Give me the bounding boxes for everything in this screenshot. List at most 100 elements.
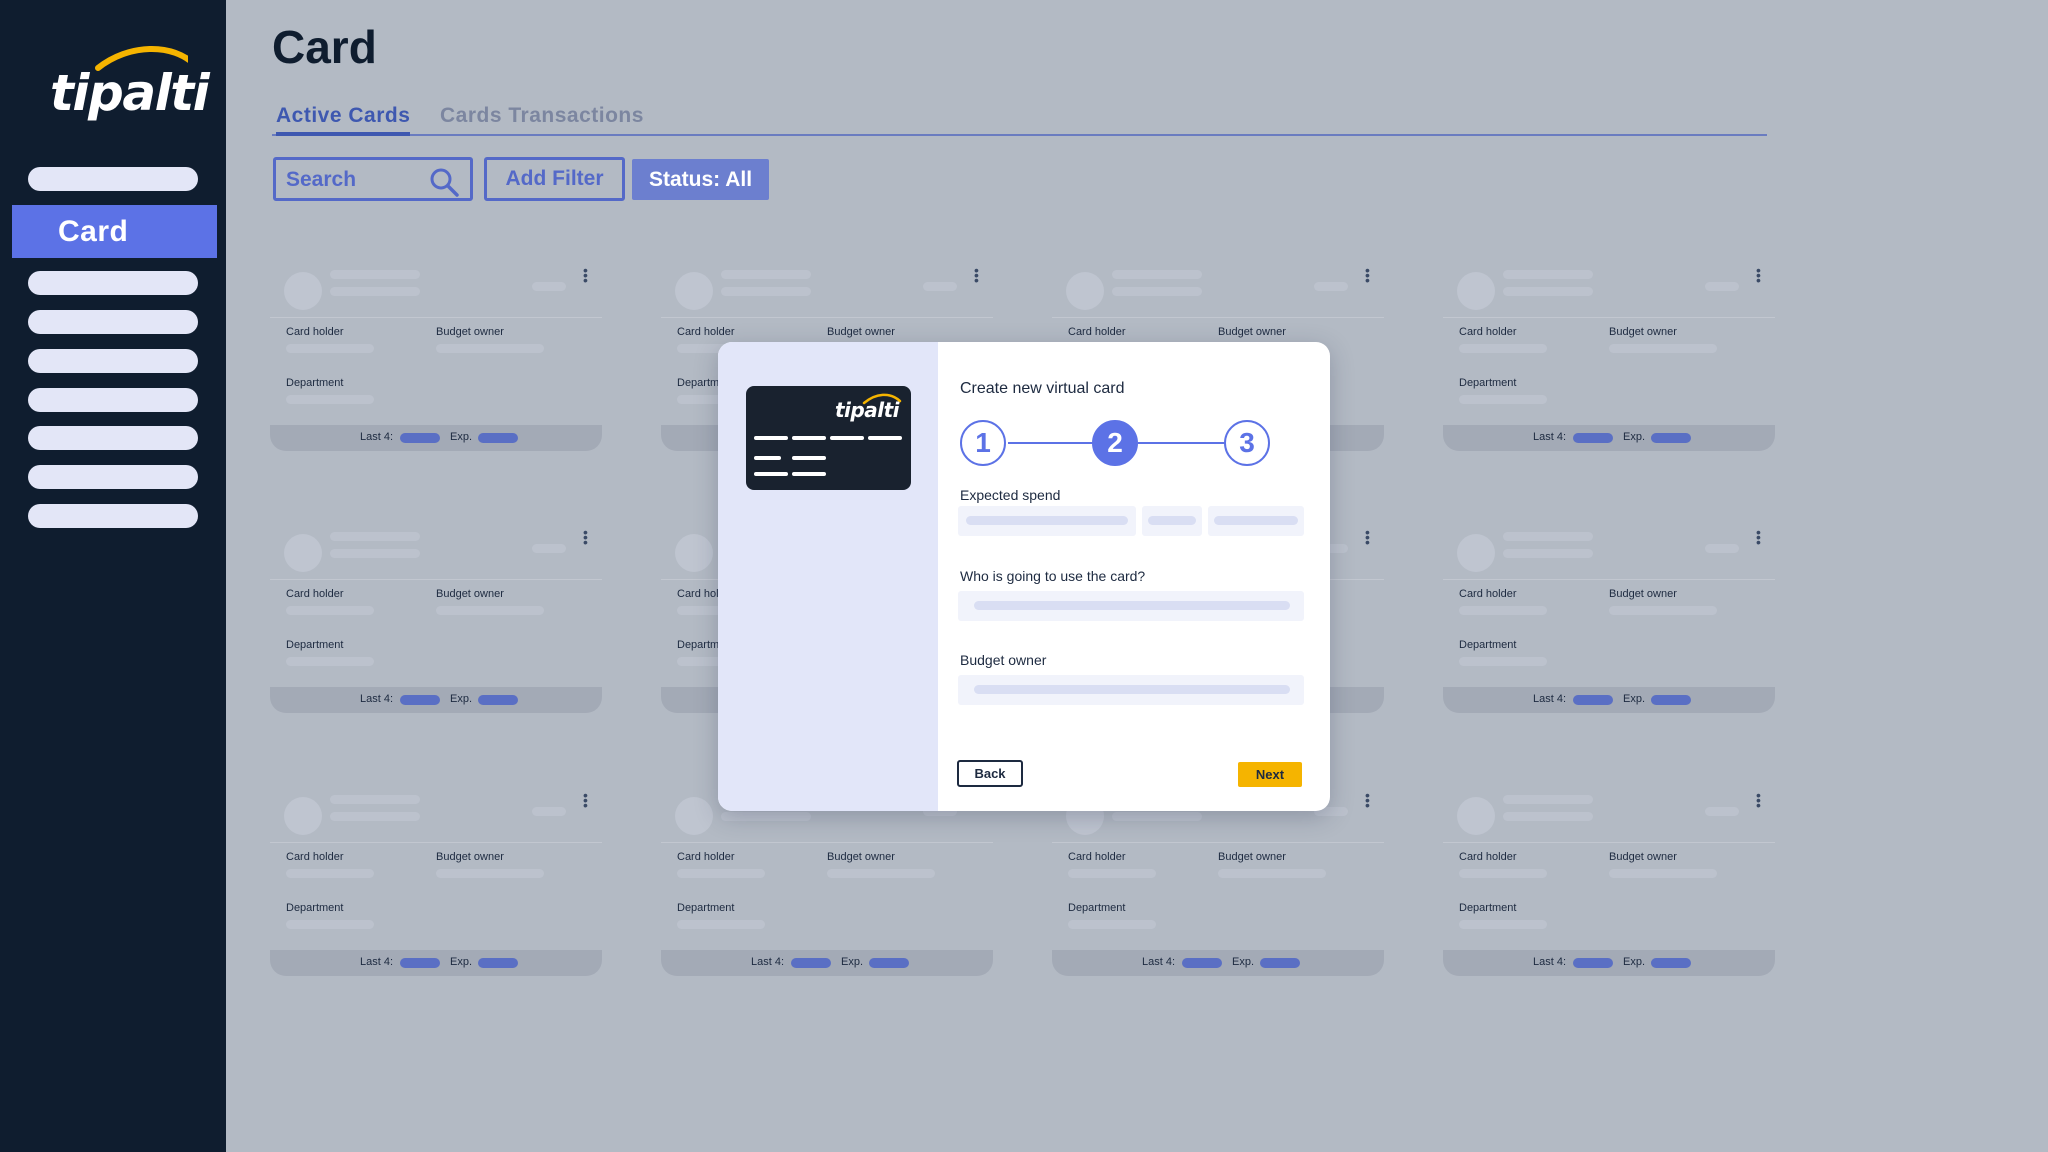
card-status-placeholder [1705, 807, 1739, 816]
card-subtitle-placeholder [1503, 287, 1593, 296]
expected-spend-currency-field[interactable] [1142, 506, 1202, 536]
back-button[interactable]: Back [957, 760, 1023, 787]
sidebar-item[interactable] [28, 465, 198, 489]
last4-label: Last 4: [360, 693, 394, 705]
card-status-placeholder [923, 282, 957, 291]
last4-label: Last 4: [360, 956, 394, 968]
logo-text: tipalti [50, 64, 210, 122]
search-input[interactable]: Search [273, 157, 473, 201]
card-subtitle-placeholder [1503, 549, 1593, 558]
department-label: Department [1068, 902, 1126, 914]
more-options-icon[interactable]: ••• [974, 263, 979, 287]
field-placeholder-bar [974, 685, 1290, 694]
budget-owner-field[interactable] [958, 675, 1304, 705]
card-tile[interactable]: ••• Card holder Budget owner Department Last… [270, 787, 602, 982]
card-tile[interactable]: •••Card holderBudget ownerDepartmentLast… [1443, 787, 1775, 982]
budget-owner-label: Budget owner [1609, 851, 1677, 863]
department-label: Department [286, 377, 344, 389]
card-avatar [284, 272, 322, 310]
status-filter-button[interactable]: Status: All [632, 159, 769, 200]
tab-active-cards[interactable]: Active Cards [276, 104, 411, 136]
department-value [286, 920, 374, 929]
card-status-placeholder [532, 282, 566, 291]
sidebar-item[interactable] [28, 349, 198, 373]
card-name-placeholder [721, 270, 811, 279]
step-3[interactable]: 3 [1224, 420, 1270, 466]
card-divider [270, 317, 602, 318]
last4-value [1573, 695, 1613, 705]
more-options-icon[interactable]: ••• [583, 788, 588, 812]
card-line [792, 436, 826, 440]
card-avatar [1457, 797, 1495, 835]
card-tile[interactable]: •••Card holderBudget ownerDepartmentLast… [1052, 787, 1384, 982]
last4-label: Last 4: [1533, 693, 1567, 705]
add-filter-button[interactable]: Add Filter [484, 157, 625, 201]
card-user-label: Who is going to use the card? [960, 568, 1146, 584]
card-holder-label: Card holder [286, 851, 344, 863]
last4-value [1182, 958, 1222, 968]
card-holder-label: Card holder [286, 326, 344, 338]
card-divider [1443, 842, 1775, 843]
card-user-field[interactable] [958, 591, 1304, 621]
card-name-placeholder [1503, 532, 1593, 541]
sidebar-item[interactable] [28, 167, 198, 191]
card-line [792, 456, 826, 460]
tab-cards-transactions[interactable]: Cards Transactions [440, 104, 644, 128]
last4-value [1573, 958, 1613, 968]
sidebar-item-card[interactable]: Card [12, 205, 217, 258]
exp-value [478, 958, 518, 968]
card-avatar [675, 272, 713, 310]
card-divider [1443, 579, 1775, 580]
budget-owner-label: Budget owner [436, 851, 504, 863]
more-options-icon[interactable]: ••• [583, 525, 588, 549]
card-footer: Last 4: Exp. [270, 950, 602, 976]
sidebar-item[interactable] [28, 310, 198, 334]
step-1[interactable]: 1 [960, 420, 1006, 466]
department-label: Department [286, 902, 344, 914]
last4-value [400, 695, 440, 705]
budget-owner-label: Budget owner [827, 851, 895, 863]
last4-label: Last 4: [1142, 956, 1176, 968]
department-value [1459, 657, 1547, 666]
more-options-icon[interactable]: ••• [1365, 263, 1370, 287]
card-line [792, 472, 826, 476]
department-value [1459, 395, 1547, 404]
sidebar-item[interactable] [28, 426, 198, 450]
more-options-icon[interactable]: ••• [1756, 788, 1761, 812]
card-holder-value [1459, 344, 1547, 353]
card-footer: Last 4: Exp. [270, 687, 602, 713]
more-options-icon[interactable]: ••• [1365, 525, 1370, 549]
card-tile[interactable]: •••Card holderBudget ownerDepartmentLast… [1443, 524, 1775, 719]
next-button[interactable]: Next [1238, 762, 1302, 787]
budget-owner-value [436, 869, 544, 878]
card-tile[interactable]: •••Card holderBudget ownerDepartmentLast… [270, 262, 602, 457]
exp-label: Exp. [841, 956, 864, 968]
card-divider [270, 842, 602, 843]
budget-owner-value [1609, 344, 1717, 353]
exp-value [1651, 695, 1691, 705]
more-options-icon[interactable]: ••• [1365, 788, 1370, 812]
sidebar-item[interactable] [28, 504, 198, 528]
expected-spend-period-field[interactable] [1208, 506, 1304, 536]
card-subtitle-placeholder [721, 812, 811, 821]
stepper-line [1008, 442, 1096, 444]
sidebar-item[interactable] [28, 271, 198, 295]
card-line [868, 436, 902, 440]
expected-spend-amount-field[interactable] [958, 506, 1136, 536]
sidebar-item[interactable] [28, 388, 198, 412]
card-avatar [284, 797, 322, 835]
card-holder-value [1459, 606, 1547, 615]
card-tile[interactable]: •••Card holderBudget ownerDepartmentLast… [1443, 262, 1775, 457]
card-tile[interactable]: •••Card holderBudget ownerDepartmentLast… [661, 787, 993, 982]
more-options-icon[interactable]: ••• [1756, 263, 1761, 287]
field-placeholder-bar [1214, 516, 1298, 525]
card-divider [1052, 317, 1384, 318]
more-options-icon[interactable]: ••• [1756, 525, 1761, 549]
search-icon[interactable] [428, 166, 460, 198]
card-tile[interactable]: •••Card holderBudget ownerDepartmentLast… [270, 524, 602, 719]
card-holder-value [677, 869, 765, 878]
more-options-icon[interactable]: ••• [583, 263, 588, 287]
card-subtitle-placeholder [330, 812, 420, 821]
step-2[interactable]: 2 [1092, 420, 1138, 466]
search-placeholder: Search [286, 168, 357, 191]
